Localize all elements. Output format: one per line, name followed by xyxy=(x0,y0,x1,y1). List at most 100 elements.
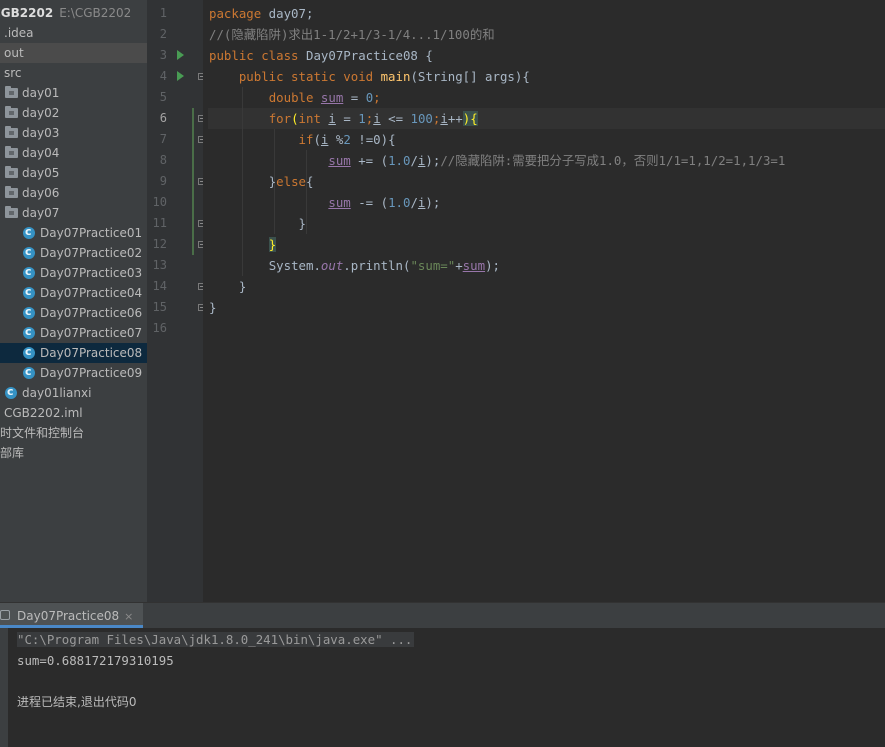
code-text: + xyxy=(455,258,463,273)
project-root-name: CGB2202 xyxy=(0,6,54,20)
line-number: 14 xyxy=(152,279,167,293)
tree-item-label: out xyxy=(4,46,24,60)
local-variable: i xyxy=(373,111,381,126)
run-toolbar xyxy=(0,628,8,747)
tree-item-scratches[interactable]: 时文件和控制台 xyxy=(0,423,147,443)
code-text: ( xyxy=(313,132,321,147)
tree-item-label: CGB2202.iml xyxy=(4,406,83,420)
tree-item-day05[interactable]: day05 xyxy=(0,163,147,183)
tree-item-label: .idea xyxy=(4,26,34,40)
tree-item-day07practice03[interactable]: Day07Practice03 xyxy=(0,262,147,283)
tree-item-day07practice07[interactable]: Day07Practice07 xyxy=(0,322,147,343)
console-command-line: "C:\Program Files\Java\jdk1.8.0_241\bin\… xyxy=(17,629,415,650)
tree-item-label: day02 xyxy=(22,106,60,120)
static-field: out xyxy=(320,258,344,273)
tree-item-day07practice04[interactable]: Day07Practice04 xyxy=(0,282,147,303)
tree-item-day07practice02[interactable]: Day07Practice02 xyxy=(0,242,147,263)
code-text: = xyxy=(343,90,366,105)
tree-item-label: day01 xyxy=(22,86,60,100)
tree-item-day06[interactable]: day06 xyxy=(0,183,147,203)
code-text: .println( xyxy=(343,258,411,273)
run-console[interactable]: "C:\Program Files\Java\jdk1.8.0_241\bin\… xyxy=(8,628,885,747)
code-text: Day07Practice08 { xyxy=(298,48,433,63)
tree-item-day07practice08[interactable]: Day07Practice08 xyxy=(0,342,147,363)
code-editor[interactable]: package day07; //(隐藏陷阱)求出1-1/2+1/3-1/4..… xyxy=(208,0,885,602)
tree-item-label: Day07Practice03 xyxy=(40,266,143,280)
vcs-change-marker xyxy=(192,108,194,255)
run-tool-window-header: Day07Practice08 × xyxy=(0,602,885,628)
java-class-icon xyxy=(23,322,35,342)
tree-item-label: 时文件和控制台 xyxy=(0,426,85,440)
run-config-icon xyxy=(0,610,10,620)
tree-item-iml[interactable]: CGB2202.iml xyxy=(0,403,147,423)
local-variable: sum xyxy=(462,258,486,273)
keyword: double xyxy=(268,90,314,105)
keyword: public static void xyxy=(238,69,374,84)
code-text: / xyxy=(410,195,418,210)
tree-item-day01[interactable]: day01 xyxy=(0,83,147,103)
tree-item-label: 部库 xyxy=(0,446,25,460)
tree-item-day03[interactable]: day03 xyxy=(0,123,147,143)
line-number: 12 xyxy=(152,237,167,251)
code-text: % xyxy=(328,132,344,147)
code-line-1: package day07; xyxy=(209,3,313,24)
keyword: public class xyxy=(209,48,299,63)
tree-item-day07practice01[interactable]: Day07Practice01 xyxy=(0,222,147,243)
code-text: } xyxy=(238,279,247,294)
tree-item-external-libraries[interactable]: 部库 xyxy=(0,443,147,463)
code-text: ); xyxy=(425,195,441,210)
local-variable: i xyxy=(328,111,336,126)
tree-item-day07[interactable]: day07 xyxy=(0,203,147,223)
keyword: for xyxy=(268,111,292,126)
package-folder-icon xyxy=(5,106,18,118)
number-literal: 1.0 xyxy=(388,153,411,168)
comment: //(隐藏陷阱)求出1-1/2+1/3-1/4...1/100的和 xyxy=(209,27,495,42)
tree-item-label: day07 xyxy=(22,206,60,220)
run-class-icon[interactable] xyxy=(177,50,184,60)
line-number: 3 xyxy=(159,48,167,62)
code-line-14: } xyxy=(209,276,246,297)
tree-item-out[interactable]: out xyxy=(0,43,147,63)
line-number: 13 xyxy=(152,258,167,272)
method-name: main xyxy=(380,69,411,84)
console-command[interactable]: "C:\Program Files\Java\jdk1.8.0_241\bin\… xyxy=(17,632,415,647)
tree-item-src[interactable]: src xyxy=(0,63,147,83)
keyword: package xyxy=(209,6,262,21)
line-number-current: 6 xyxy=(159,111,167,125)
line-number: 9 xyxy=(159,174,167,188)
code-text: / xyxy=(410,153,418,168)
code-text: ++ xyxy=(447,111,463,126)
code-line-8: sum += (1.0/i);//隐藏陷阱:需要把分子写成1.0，否则1/1=1… xyxy=(209,150,785,171)
local-variable: sum xyxy=(320,90,344,105)
code-text: ); xyxy=(425,153,441,168)
code-line-13: System.out.println("sum="+sum); xyxy=(209,255,500,276)
run-main-icon[interactable] xyxy=(177,71,184,81)
matched-brace: } xyxy=(268,237,277,252)
java-class-icon xyxy=(5,382,17,402)
tree-item-day07practice09[interactable]: Day07Practice09 xyxy=(0,362,147,383)
code-line-6: for(int i = 1;i <= 100;i++){ xyxy=(209,108,478,129)
run-tab-day07practice08[interactable]: Day07Practice08 × xyxy=(0,603,144,628)
string-literal: "sum=" xyxy=(410,258,456,273)
tree-item-day07practice06[interactable]: Day07Practice06 xyxy=(0,302,147,323)
run-tab-label: Day07Practice08 xyxy=(17,609,120,623)
close-icon[interactable]: × xyxy=(124,610,133,623)
number-literal: 2 xyxy=(343,132,351,147)
tree-item-day01lianxi[interactable]: day01lianxi xyxy=(0,382,147,403)
java-class-icon xyxy=(23,262,35,282)
package-folder-icon xyxy=(5,126,18,138)
tree-item-idea[interactable]: .idea xyxy=(0,23,147,43)
tree-item-day02[interactable]: day02 xyxy=(0,103,147,123)
java-class-icon xyxy=(23,342,35,362)
tree-root[interactable]: CGB2202 E:\CGB2202 xyxy=(0,3,139,23)
line-number: 10 xyxy=(152,195,167,209)
number-literal: 1.0 xyxy=(388,195,411,210)
code-text: } xyxy=(298,216,306,231)
keyword: int xyxy=(298,111,321,126)
tree-item-day04[interactable]: day04 xyxy=(0,143,147,163)
tree-item-label: Day07Practice04 xyxy=(40,286,143,300)
project-tree: CGB2202 E:\CGB2202 .idea out src day01 da… xyxy=(0,0,147,602)
package-folder-icon xyxy=(5,146,18,158)
code-text: -= ( xyxy=(350,195,389,210)
code-text: (String[] args){ xyxy=(410,69,530,84)
